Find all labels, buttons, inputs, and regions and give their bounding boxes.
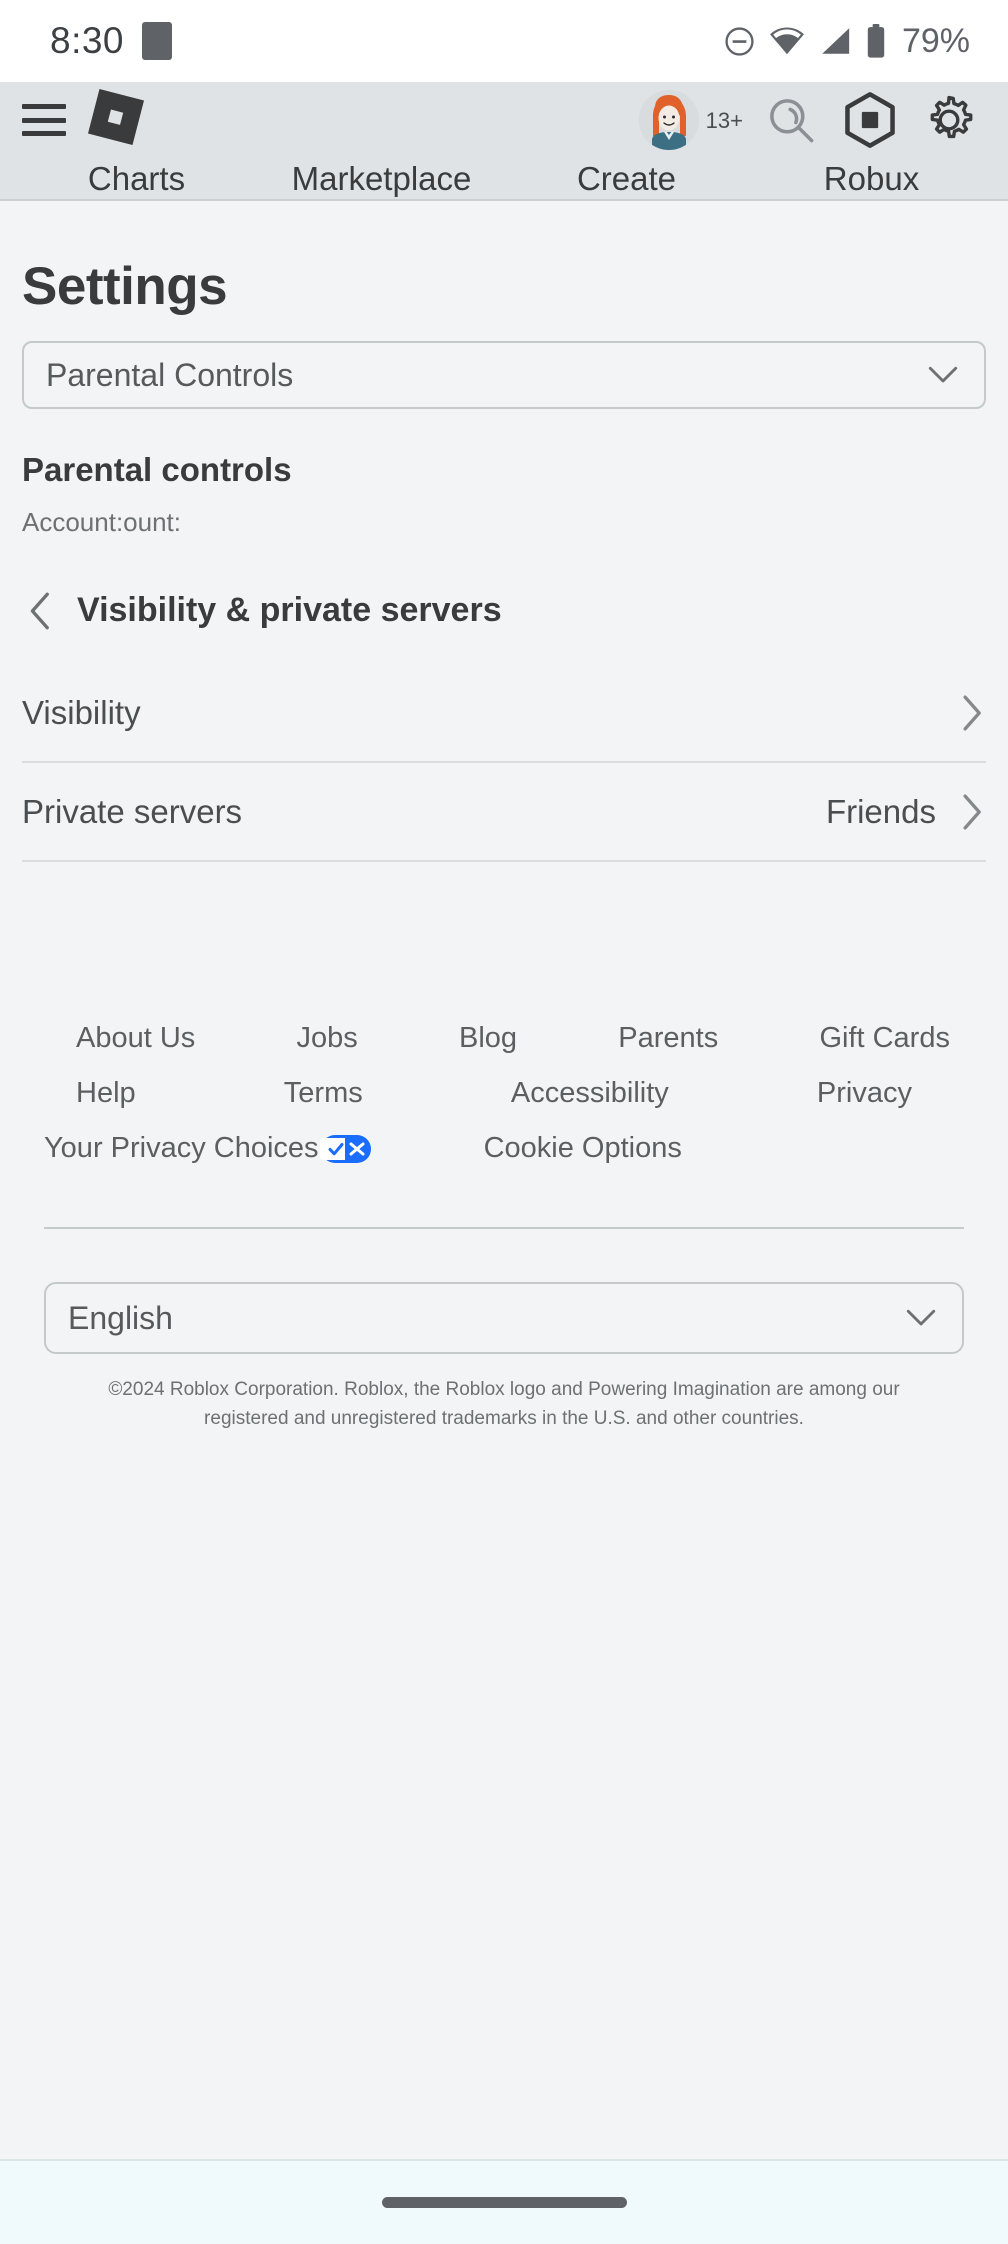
nav-tab-charts[interactable]: Charts — [14, 160, 259, 198]
your-privacy-choices-label[interactable]: Your Privacy Choices — [44, 1132, 319, 1165]
robux-button[interactable] — [839, 89, 901, 151]
signal-icon — [822, 28, 850, 54]
chevron-right-icon — [963, 694, 981, 731]
settings-rows-list: Visibility Private servers Friends — [22, 664, 986, 862]
hamburger-bar — [22, 131, 66, 136]
language-select[interactable]: English — [44, 1282, 964, 1354]
status-time: 8:30 — [50, 20, 125, 61]
footer-divider — [44, 1227, 964, 1229]
footer-link-accessibility[interactable]: Accessibility — [511, 1077, 669, 1110]
row-right-group: Friends — [826, 793, 982, 831]
age-badge: 13+ — [705, 108, 743, 133]
chevron-down-icon — [928, 366, 958, 383]
roblox-logo-icon[interactable] — [88, 89, 144, 151]
app-indicator-icon — [142, 22, 173, 60]
wifi-icon — [770, 27, 804, 55]
row-label: Visibility — [22, 693, 141, 731]
home-gesture-pill[interactable] — [381, 2197, 627, 2208]
battery-percent-label: 79% — [901, 21, 970, 60]
nav-tab-create[interactable]: Create — [504, 160, 749, 198]
chevron-down-icon — [906, 1309, 936, 1326]
system-status-bar: 8:30 79% — [0, 0, 1008, 82]
subsection-title: Visibility & private servers — [77, 591, 502, 629]
hamburger-bar — [22, 104, 66, 109]
privacy-choices-icon[interactable] — [319, 1134, 372, 1164]
row-visibility[interactable]: Visibility — [22, 664, 986, 763]
footer-links-row-1: About Us Jobs Blog Parents Gift Cards — [34, 1022, 974, 1055]
footer-link-blog[interactable]: Blog — [459, 1022, 517, 1055]
roblox-app-header: 13+ Charts Marketplace Create Robux — [0, 82, 1008, 201]
parental-controls-heading: Parental controls — [22, 451, 292, 488]
page-footer: About Us Jobs Blog Parents Gift Cards He… — [22, 1022, 986, 1433]
settings-category-select[interactable]: Parental Controls — [22, 341, 986, 409]
visibility-subsection-header: Visibility & private servers — [22, 591, 986, 630]
avatar-group[interactable]: 13+ — [638, 90, 743, 150]
search-icon[interactable] — [768, 97, 815, 144]
header-top-row: 13+ — [0, 82, 1008, 158]
avatar[interactable] — [638, 90, 699, 150]
hamburger-menu-icon[interactable] — [22, 104, 66, 136]
footer-link-privacy[interactable]: Privacy — [817, 1077, 912, 1110]
nav-tab-marketplace[interactable]: Marketplace — [259, 160, 504, 198]
settings-button[interactable] — [918, 89, 980, 151]
account-label: Account:ount: — [22, 507, 181, 537]
page-title: Settings — [22, 257, 228, 316]
footer-link-about-us[interactable]: About Us — [76, 1022, 195, 1055]
language-value: English — [68, 1299, 173, 1336]
do-not-disturb-icon — [725, 26, 754, 56]
hamburger-bar — [22, 117, 66, 123]
status-bar-right: 79% — [723, 22, 970, 61]
chevron-left-icon[interactable] — [29, 592, 51, 630]
footer-link-cookie-options[interactable]: Cookie Options — [484, 1132, 682, 1165]
search-button[interactable] — [760, 89, 822, 151]
footer-link-terms[interactable]: Terms — [284, 1077, 363, 1110]
battery-icon — [867, 24, 885, 58]
system-navigation-bar — [0, 2159, 1008, 2244]
footer-link-jobs[interactable]: Jobs — [297, 1022, 358, 1055]
settings-category-value: Parental Controls — [46, 356, 294, 393]
nav-tab-robux[interactable]: Robux — [749, 160, 994, 198]
footer-link-gift-cards[interactable]: Gift Cards — [819, 1022, 950, 1055]
status-bar-left: 8:30 — [50, 20, 173, 62]
row-value: Friends — [825, 792, 936, 830]
row-label: Private servers — [22, 792, 243, 830]
footer-link-help[interactable]: Help — [76, 1077, 136, 1110]
robux-icon[interactable] — [844, 92, 896, 148]
row-private-servers[interactable]: Private servers Friends — [22, 763, 986, 862]
copyright-text: ©2024 Roblox Corporation. Roblox, the Ro… — [108, 1379, 900, 1429]
footer-links-row-2: Help Terms Accessibility Privacy — [34, 1077, 974, 1110]
gear-icon[interactable] — [923, 94, 975, 146]
header-nav-tabs: Charts Marketplace Create Robux — [0, 158, 1008, 200]
row-right-group — [936, 694, 982, 731]
footer-link-parents[interactable]: Parents — [618, 1022, 718, 1055]
chevron-right-icon — [963, 793, 981, 830]
footer-links-row-3: Your Privacy Choices Cookie Options — [34, 1132, 974, 1165]
footer-link-your-privacy-choices[interactable]: Your Privacy Choices — [44, 1132, 372, 1165]
settings-page: Settings Parental Controls Parental cont… — [0, 201, 1008, 1433]
